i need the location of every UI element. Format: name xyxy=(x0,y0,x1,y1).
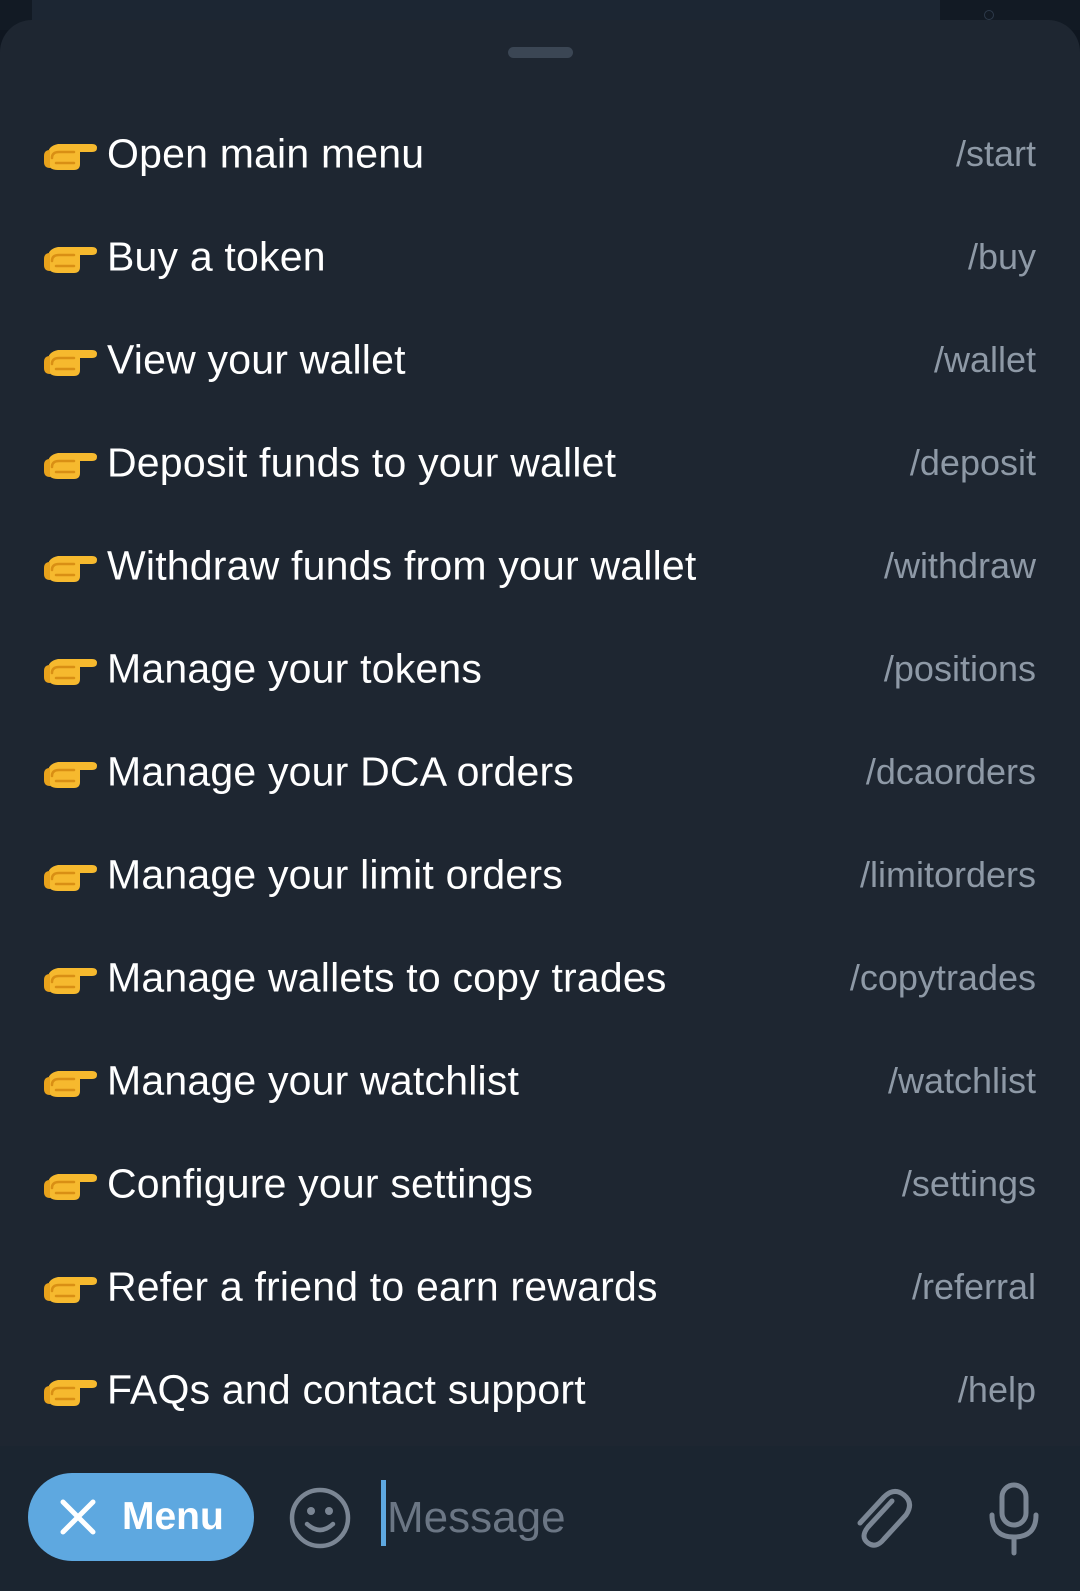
attach-icon[interactable] xyxy=(848,1483,914,1553)
command-list: Open main menu /start Buy a token /buy V… xyxy=(0,102,1080,1441)
command-item-copytrades[interactable]: Manage wallets to copy trades /copytrade… xyxy=(0,926,1080,1029)
backhand-index-pointing-right-icon xyxy=(44,246,97,273)
command-item-limitorders[interactable]: Manage your limit orders /limitorders xyxy=(0,823,1080,926)
command-description: Manage your DCA orders xyxy=(107,748,575,794)
backhand-index-pointing-right-icon xyxy=(44,1379,97,1406)
backhand-index-pointing-right-icon xyxy=(44,452,97,479)
command-name: /referral xyxy=(911,1265,1036,1307)
command-item-start[interactable]: Open main menu /start xyxy=(0,102,1080,205)
backhand-index-pointing-right-icon xyxy=(44,349,97,376)
command-description: Buy a token xyxy=(107,233,326,279)
command-item-withdraw[interactable]: Withdraw funds from your wallet /withdra… xyxy=(0,514,1080,617)
backhand-index-pointing-right-icon xyxy=(44,555,97,582)
command-name: /dcaorders xyxy=(865,750,1036,792)
command-name: /start xyxy=(955,132,1036,174)
backhand-index-pointing-right-icon xyxy=(44,967,97,994)
sheet-drag-handle[interactable] xyxy=(508,47,573,58)
command-name: /watchlist xyxy=(887,1059,1036,1101)
command-description: Refer a friend to earn rewards xyxy=(107,1263,658,1309)
command-description: Configure your settings xyxy=(107,1160,534,1206)
command-description: Manage your tokens xyxy=(107,645,483,691)
command-item-help[interactable]: FAQs and contact support /help xyxy=(0,1338,1080,1441)
message-composer-bar: Menu xyxy=(0,1446,1080,1591)
backhand-index-pointing-right-icon xyxy=(44,1173,97,1200)
backhand-index-pointing-right-icon xyxy=(44,864,97,891)
backhand-index-pointing-right-icon xyxy=(44,143,97,170)
command-item-dcaorders[interactable]: Manage your DCA orders /dcaorders xyxy=(0,720,1080,823)
command-description: View your wallet xyxy=(107,336,406,382)
backhand-index-pointing-right-icon xyxy=(44,761,97,788)
command-name: /positions xyxy=(883,647,1036,689)
command-item-deposit[interactable]: Deposit funds to your wallet /deposit xyxy=(0,411,1080,514)
command-item-watchlist[interactable]: Manage your watchlist /watchlist xyxy=(0,1029,1080,1132)
menu-button-label: Menu xyxy=(122,1495,224,1538)
text-cursor xyxy=(381,1480,386,1546)
microphone-icon[interactable] xyxy=(986,1481,1042,1557)
command-name: /copytrades xyxy=(849,956,1036,998)
menu-button[interactable]: Menu xyxy=(28,1473,254,1561)
command-name: /withdraw xyxy=(883,544,1036,586)
command-name: /help xyxy=(957,1368,1036,1410)
command-item-wallet[interactable]: View your wallet /wallet xyxy=(0,308,1080,411)
command-description: Deposit funds to your wallet xyxy=(107,439,617,485)
command-description: Manage your limit orders xyxy=(107,851,563,897)
command-item-referral[interactable]: Refer a friend to earn rewards /referral xyxy=(0,1235,1080,1338)
backhand-index-pointing-right-icon xyxy=(44,658,97,685)
command-description: Open main menu xyxy=(107,130,425,176)
backhand-index-pointing-right-icon xyxy=(44,1070,97,1097)
command-name: /deposit xyxy=(909,441,1036,483)
command-description: Withdraw funds from your wallet xyxy=(107,542,697,588)
bot-commands-sheet: Open main menu /start Buy a token /buy V… xyxy=(0,20,1080,1446)
command-description: FAQs and contact support xyxy=(107,1366,586,1412)
backhand-index-pointing-right-icon xyxy=(44,1276,97,1303)
message-input[interactable] xyxy=(381,1474,837,1562)
command-description: Manage wallets to copy trades xyxy=(107,954,667,1000)
command-item-positions[interactable]: Manage your tokens /positions xyxy=(0,617,1080,720)
command-name: /buy xyxy=(967,235,1036,277)
command-name: /settings xyxy=(901,1162,1036,1204)
close-icon xyxy=(60,1499,96,1535)
emoji-icon[interactable] xyxy=(288,1486,352,1550)
command-description: Manage your watchlist xyxy=(107,1057,520,1103)
background-indicator-dot xyxy=(984,10,994,20)
command-name: /wallet xyxy=(933,338,1036,380)
command-item-buy[interactable]: Buy a token /buy xyxy=(0,205,1080,308)
command-name: /limitorders xyxy=(859,853,1036,895)
command-item-settings[interactable]: Configure your settings /settings xyxy=(0,1132,1080,1235)
